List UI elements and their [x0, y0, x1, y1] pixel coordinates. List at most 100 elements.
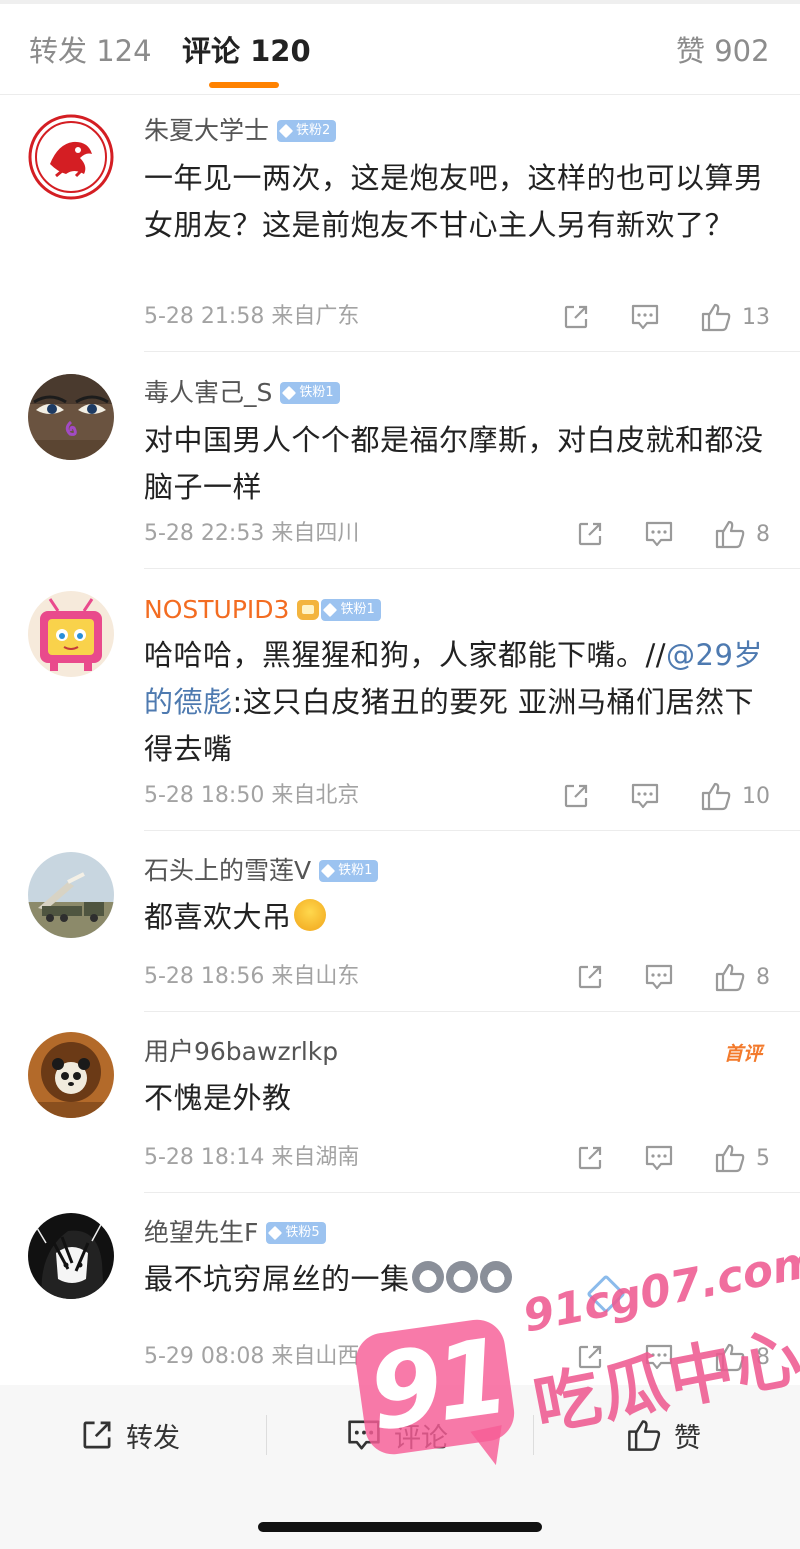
active-tab-indicator — [209, 82, 279, 88]
buddha-eyes-icon — [28, 374, 114, 460]
comment-item: 石头上的雪莲V 铁粉1 都喜欢大吊 5-28 18:56 来自山东 8 — [0, 831, 800, 1012]
avatar[interactable] — [28, 114, 114, 200]
repost-button[interactable]: 转发 — [80, 1418, 180, 1454]
share-button[interactable] — [562, 303, 590, 331]
avatar[interactable] — [28, 374, 114, 460]
divider — [533, 1415, 534, 1455]
diamond-icon — [278, 123, 294, 139]
comment-time: 5-29 08:08 — [144, 1344, 265, 1369]
fan-badge[interactable]: 铁粉5 — [266, 1222, 326, 1244]
username[interactable]: 朱夏大学士 — [144, 114, 269, 148]
diamond-icon — [268, 1225, 283, 1241]
comment-time: 5-28 22:53 — [144, 521, 265, 546]
laugh-cry-emoji-icon — [293, 899, 326, 931]
pink-tv-character-icon — [28, 591, 114, 677]
like-button[interactable]: 8 — [714, 1342, 770, 1372]
avatar[interactable] — [28, 1032, 114, 1118]
tab-bar: 转发 124 评论 120 赞 902 — [0, 4, 800, 95]
avatar[interactable] — [28, 591, 114, 677]
comment-item: 绝望先生F 铁粉5 最不坑穷屌丝的一集 5-29 08:08 来自山西 8 — [0, 1193, 800, 1385]
like-count: 10 — [742, 783, 770, 809]
reply-button[interactable] — [644, 1343, 674, 1371]
like-button[interactable]: 8 — [714, 962, 770, 992]
avatar[interactable] — [28, 1213, 114, 1299]
like-count: 8 — [756, 1344, 770, 1370]
reply-button[interactable] — [644, 963, 674, 991]
reply-button[interactable] — [630, 303, 660, 331]
comment-location: 来自山东 — [271, 964, 360, 989]
husky-emoji-icon — [445, 1261, 478, 1293]
comment-icon — [631, 783, 659, 809]
thumbs-up-icon — [715, 963, 745, 992]
share-button[interactable] — [576, 963, 604, 991]
tab-likes[interactable]: 赞 902 — [676, 34, 770, 68]
username[interactable]: 用户96bawzrlkp — [144, 1035, 338, 1069]
share-icon — [578, 1146, 602, 1170]
like-button[interactable]: 5 — [714, 1143, 770, 1173]
comment-icon — [645, 1344, 673, 1370]
diamond-icon — [282, 385, 297, 401]
diamond-icon — [323, 602, 338, 618]
panda-painting-icon — [28, 1032, 114, 1118]
comment-meta: 5-28 18:14 来自湖南 — [144, 1143, 359, 1173]
comment-actions: 8 — [536, 519, 770, 549]
comment-icon — [631, 304, 659, 330]
like-button[interactable]: 8 — [714, 519, 770, 549]
comment-icon — [645, 1145, 673, 1171]
thumbs-up-icon — [701, 303, 731, 332]
avatar[interactable] — [28, 852, 114, 938]
comment-label: 评论 — [394, 1422, 448, 1454]
comment-icon — [645, 964, 673, 990]
username[interactable]: 石头上的雪莲V — [144, 854, 311, 888]
comment-item: 用户96bawzrlkp 首评 不愧是外教 5-28 18:14 来自湖南 5 — [0, 1012, 800, 1193]
username[interactable]: 绝望先生F — [144, 1216, 258, 1250]
comment-location: 来自山西 — [271, 1344, 360, 1369]
fan-badge[interactable]: 铁粉1 — [280, 382, 340, 404]
comment-text: 哈哈哈，黑猩猩和狗，人家都能下嘴。//@29岁的德彪:这只白皮猪丑的要死 亚洲马… — [144, 638, 763, 766]
like-count: 13 — [742, 304, 770, 330]
red-tiger-seal-icon — [28, 114, 114, 200]
comment-meta: 5-28 22:53 来自四川 — [144, 519, 359, 549]
share-icon — [83, 1421, 111, 1449]
crown-icon — [297, 600, 320, 620]
share-button[interactable] — [576, 520, 604, 548]
comment-item: 毒人害己_S 铁粉1 对中国男人个个都是福尔摩斯，对白皮就和都没脑子一样 5-2… — [0, 352, 800, 569]
comment-location: 来自北京 — [271, 783, 360, 808]
tab-comments[interactable]: 评论 120 — [182, 34, 311, 68]
share-icon — [564, 784, 588, 808]
share-icon — [578, 522, 602, 546]
share-button[interactable] — [576, 1144, 604, 1172]
username[interactable]: NOSTUPID3 — [144, 593, 289, 627]
comment-item: NOSTUPID3 铁粉1 哈哈哈，黑猩猩和狗，人家都能下嘴。//@29岁的德彪… — [0, 569, 800, 831]
husky-emoji-icon — [479, 1261, 512, 1293]
comment-meta: 5-28 21:58 来自广东 — [144, 302, 359, 332]
thumbs-up-icon — [701, 782, 731, 811]
tab-repost[interactable]: 转发 124 — [29, 34, 152, 68]
fan-badge[interactable]: 铁粉2 — [277, 120, 337, 142]
fan-badge[interactable]: 铁粉1 — [321, 599, 381, 621]
thumbs-up-icon — [715, 1343, 745, 1372]
home-indicator — [258, 1522, 542, 1532]
repost-label: 转发 — [126, 1422, 180, 1454]
like-button[interactable]: 13 — [700, 302, 770, 332]
like-button[interactable]: 10 — [700, 781, 770, 811]
reply-button[interactable] — [630, 782, 660, 810]
comment-actions: 10 — [522, 781, 770, 811]
like-count: 8 — [756, 964, 770, 990]
comment-time: 5-28 18:14 — [144, 1145, 265, 1170]
fan-badge[interactable]: 铁粉1 — [319, 860, 379, 882]
share-button[interactable] — [576, 1343, 604, 1371]
comment-time: 5-28 18:50 — [144, 783, 265, 808]
diamond-icon — [321, 863, 336, 879]
like-count: 5 — [756, 1145, 770, 1171]
reply-button[interactable] — [644, 520, 674, 548]
like-post-button[interactable]: 赞 — [626, 1418, 701, 1454]
share-button[interactable] — [562, 782, 590, 810]
reply-button[interactable] — [644, 1144, 674, 1172]
missile-launch-icon — [28, 852, 114, 938]
username[interactable]: 毒人害己_S — [144, 376, 272, 410]
like-label: 赞 — [674, 1422, 701, 1454]
comment-button[interactable]: 评论 — [346, 1418, 448, 1454]
share-icon — [564, 305, 588, 329]
comment-time: 5-28 21:58 — [144, 304, 265, 329]
